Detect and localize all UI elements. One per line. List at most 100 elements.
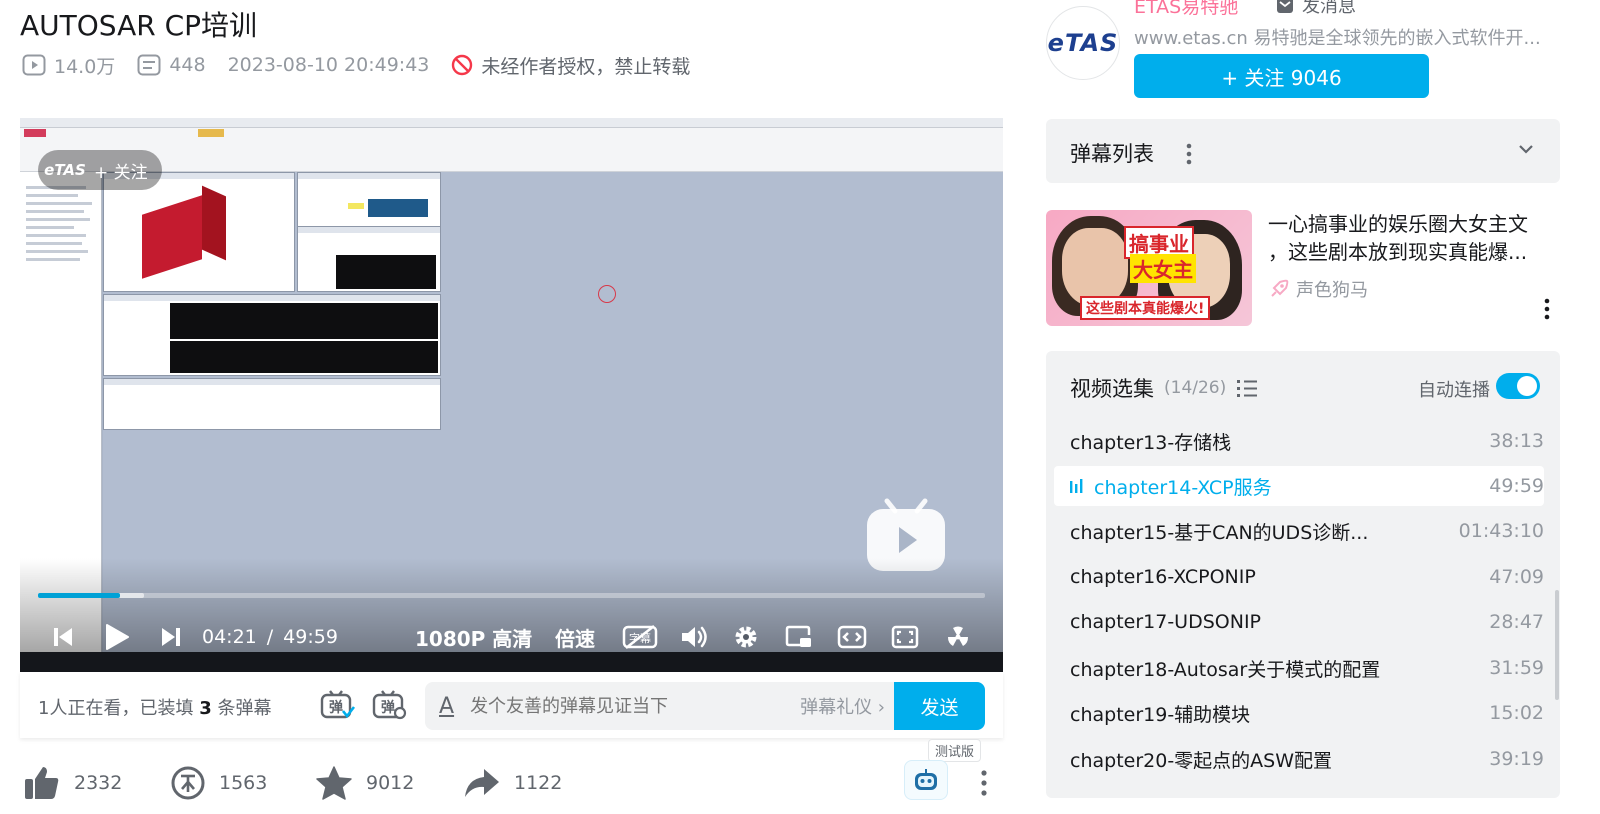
danmaku-icon	[137, 54, 161, 76]
uploader-name[interactable]: ETAS易特驰	[1134, 0, 1238, 19]
episode-item[interactable]: chapter18-Autosar关于模式的配置 31:59	[1054, 648, 1544, 688]
loaded-suffix: 条弹幕	[217, 698, 272, 719]
ad-author-name: 声色狗马	[1296, 280, 1368, 301]
prev-button[interactable]	[52, 618, 74, 656]
forbidden-icon	[452, 54, 473, 76]
danmaku-list-label: 弹幕列表	[1070, 142, 1154, 166]
speed-button[interactable]: 倍速	[555, 618, 595, 656]
quality-button[interactable]: 1080P 高清	[415, 618, 532, 656]
autoplay-toggle[interactable]	[1496, 373, 1540, 399]
favorite-count: 9012	[366, 772, 415, 794]
thumb-caption-2: 大女主	[1130, 254, 1196, 283]
like-count: 2332	[74, 772, 123, 794]
episode-item[interactable]: chapter17-UDSONIP 28:47	[1054, 602, 1544, 642]
ai-assistant-button[interactable]	[904, 760, 948, 800]
danmaku-toggle-icon[interactable]: 弹	[320, 689, 356, 721]
episode-item[interactable]: chapter20-零起点的ASW配置 39:19	[1054, 739, 1544, 779]
play-count-icon	[22, 54, 46, 76]
mouse-cursor-indicator	[598, 285, 616, 303]
chevron-down-icon[interactable]	[1518, 143, 1534, 155]
episode-item[interactable]: chapter15-基于CAN的UDS诊断... 01:43:10	[1054, 511, 1544, 551]
share-arrow-icon	[465, 769, 499, 797]
play-button[interactable]	[104, 618, 130, 656]
video-player[interactable]: ? eTAS + 关注 04:21 / 49:59 1080P 高清 倍速 字幕	[20, 118, 1003, 672]
gear-icon	[735, 626, 757, 648]
quality-label: 1080P 高清	[415, 626, 533, 651]
page-scrollbar[interactable]	[1555, 590, 1559, 700]
episode-duration: 38:13	[1489, 430, 1544, 452]
viewers-info: 1人正在看，已装填 3 条弹幕	[38, 694, 271, 720]
send-message-link[interactable]: 发消息	[1276, 0, 1356, 18]
ad-more-icon[interactable]	[1544, 298, 1550, 320]
ad-thumbnail[interactable]: 搞事业 大女主 这些剧本真能爆火!	[1046, 210, 1252, 326]
episode-item[interactable]: chapter13-存储栈 38:13	[1054, 421, 1544, 461]
danmaku-style-icon[interactable]: A	[439, 694, 454, 719]
danmaku-toggle-text: 弹	[329, 699, 343, 716]
danmaku-list-panel[interactable]: 弹幕列表	[1046, 119, 1560, 183]
episode-item[interactable]: chapter16-XCPONIP 47:09	[1054, 557, 1544, 597]
uploader-description: www.etas.cn 易特驰是全球领先的嵌入式软件开...	[1134, 28, 1541, 49]
robot-icon	[915, 769, 937, 790]
autoplay-label: 自动连播	[1418, 380, 1490, 401]
uploader-avatar[interactable]: eTAS	[1046, 6, 1120, 80]
episode-title: chapter18-Autosar关于模式的配置	[1070, 658, 1381, 681]
widescreen-button[interactable]	[837, 618, 867, 656]
effect-button[interactable]	[944, 618, 972, 656]
progress-track[interactable]	[38, 593, 985, 598]
danmaku-etiquette-link[interactable]: 弹幕礼仪 ›	[800, 693, 885, 719]
more-vertical-icon[interactable]	[1186, 143, 1192, 165]
overlay-follow-button[interactable]: + 关注	[94, 158, 148, 183]
danmaku-settings-icon[interactable]: 弹	[372, 689, 408, 721]
share-button[interactable]: 1122	[464, 763, 562, 803]
settings-button[interactable]	[732, 618, 760, 656]
coin-button[interactable]: 1563	[171, 763, 267, 803]
picture-in-picture-icon	[785, 625, 811, 647]
viewers-prefix: 1人正在看，已装填	[38, 698, 194, 719]
episode-duration: 28:47	[1489, 611, 1544, 633]
follow-button[interactable]: + 关注 9046	[1134, 54, 1429, 98]
episode-duration: 47:09	[1489, 566, 1544, 588]
progress-played[interactable]	[38, 593, 120, 598]
app-ribbon	[20, 128, 1003, 172]
copyright-notice: 未经作者授权，禁止转载	[451, 52, 690, 79]
episode-duration: 31:59	[1489, 657, 1544, 679]
app-log-window	[103, 378, 441, 430]
playlist-title: 视频选集	[1070, 377, 1154, 401]
pip-button[interactable]	[785, 618, 813, 656]
recommended-video-ad[interactable]: 搞事业 大女主 这些剧本真能爆火! 一心搞事业的娱乐圈大女主文 ，这些剧本放到现…	[1046, 210, 1560, 326]
next-button[interactable]	[160, 618, 182, 656]
list-view-icon[interactable]	[1236, 378, 1258, 398]
episode-item-active[interactable]: chapter14-XCP服务 49:59	[1054, 466, 1544, 506]
video-title: AUTOSAR CP培训	[20, 9, 258, 42]
view-count-text: 14.0万	[54, 55, 116, 78]
speed-label: 倍速	[555, 626, 595, 651]
ad-author[interactable]: 声色狗马	[1268, 276, 1368, 302]
danmaku-input[interactable]	[470, 695, 761, 717]
ad-title[interactable]: 一心搞事业的娱乐圈大女主文 ，这些剧本放到现实真能爆...	[1268, 210, 1560, 266]
skip-next-icon	[162, 628, 180, 646]
play-icon	[106, 624, 129, 650]
current-time: 04:21	[202, 626, 257, 648]
favorite-button[interactable]: 9012	[316, 763, 414, 803]
loaded-count: 3	[199, 698, 212, 719]
app-graphic-window	[103, 294, 441, 376]
message-icon	[1277, 0, 1293, 13]
episode-title: chapter17-UDSONIP	[1070, 611, 1262, 633]
danmaku-send-bar: 1人正在看，已装填 3 条弹幕 弹 弹 A 弹幕礼仪 › 发送	[20, 672, 1003, 738]
now-playing-icon	[1070, 479, 1083, 493]
playlist-header: 视频选集 (14/26)	[1070, 373, 1258, 403]
send-message-label: 发消息	[1302, 0, 1356, 17]
subtitle-button[interactable]: 字幕	[622, 618, 658, 656]
app-titlebar	[20, 118, 1003, 128]
volume-button[interactable]	[680, 618, 708, 656]
send-danmaku-button[interactable]: 发送	[894, 682, 985, 730]
widescreen-icon	[837, 625, 867, 649]
episode-item[interactable]: chapter19-辅助模块 15:02	[1054, 693, 1544, 733]
rocket-icon	[1271, 279, 1289, 297]
like-button[interactable]: 2332	[24, 763, 122, 803]
more-options-icon[interactable]	[980, 770, 988, 796]
fullscreen-button[interactable]	[891, 618, 919, 656]
total-time: 49:59	[283, 626, 338, 648]
thumb-caption-3: 这些剧本真能爆火!	[1080, 296, 1211, 320]
uploader-overlay[interactable]: eTAS + 关注	[38, 150, 162, 190]
